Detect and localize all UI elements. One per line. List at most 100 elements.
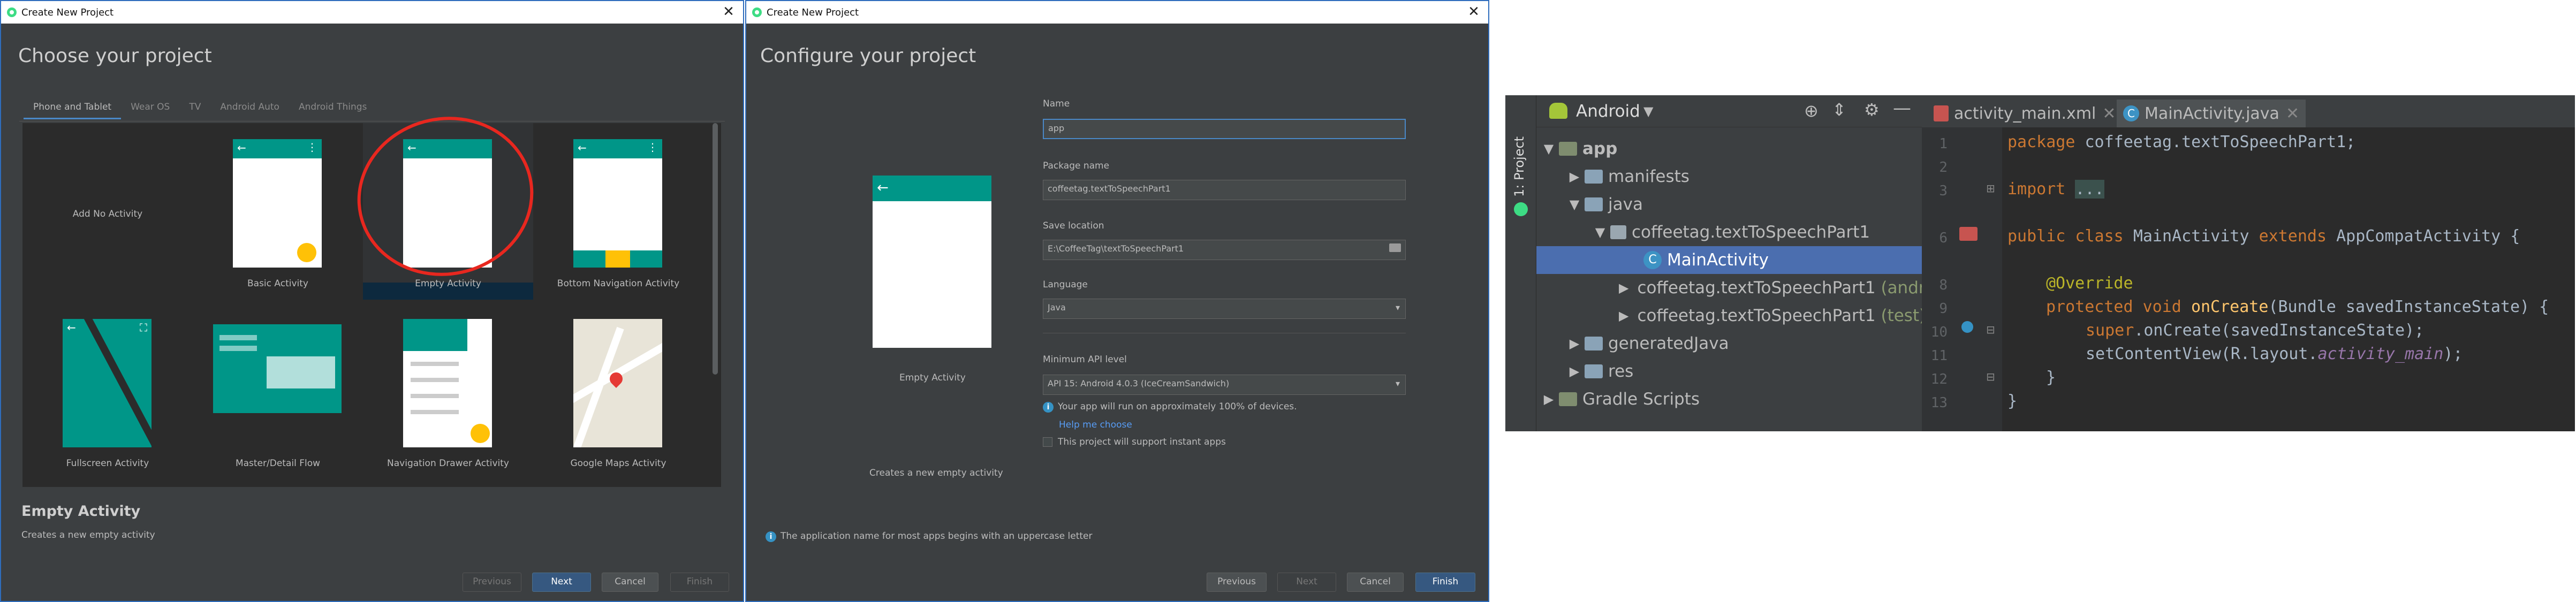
close-tab-icon[interactable]: ✕ [2102, 104, 2116, 123]
minapi-select[interactable]: API 15: Android 4.0.3 (IceCreamSandwich)… [1043, 375, 1406, 395]
next-button[interactable]: Next [1277, 573, 1336, 592]
project-toolbar: Android ▼ ⊕ ⇕ ⚙ — [1536, 95, 1922, 127]
fold-icon[interactable]: ⊟ [1986, 370, 1995, 383]
bottom-nav-item [605, 250, 630, 268]
template-preview: ← ⋮ [233, 139, 322, 268]
tree-item-gradle-scripts[interactable]: ▶ Gradle Scripts [1536, 385, 1922, 413]
code-line-13: } [2007, 392, 2018, 410]
template-label: Basic Activity [247, 278, 308, 289]
module-icon [1559, 142, 1577, 156]
line-number: 10 [1930, 324, 1948, 340]
name-field[interactable]: app [1043, 119, 1406, 139]
next-button[interactable]: Next [532, 573, 591, 592]
android-icon [1514, 202, 1528, 216]
gear-icon[interactable]: ⚙ [1864, 100, 1880, 120]
instant-apps-option[interactable]: This project will support instant apps [1043, 437, 1226, 447]
tree-item-package-androidtest[interactable]: ▶coffeetag.textToSpeechPart1 (androidTes… [1536, 274, 1922, 302]
tree-item-java[interactable]: ▼ java [1536, 190, 1922, 218]
close-tab-icon[interactable]: ✕ [2286, 104, 2299, 123]
template-master-detail-flow[interactable]: Master/Detail Flow [193, 303, 363, 479]
finish-button[interactable]: Finish [1415, 573, 1475, 592]
chevron-down-icon: ▾ [1395, 302, 1400, 313]
tab-wear-os[interactable]: Wear OS [121, 98, 179, 119]
fold-icon[interactable]: ⊞ [1986, 182, 1995, 195]
line-number: 1 [1939, 136, 1948, 152]
collapse-arrow-icon: ▶ [1619, 280, 1629, 295]
location-value: E:\CoffeeTag\textToSpeechPart1 [1048, 243, 1184, 254]
cancel-button[interactable]: Cancel [1347, 573, 1404, 592]
code-line-10: super.onCreate(savedInstanceState); [2086, 321, 2425, 340]
cancel-button[interactable]: Cancel [602, 573, 658, 592]
previous-button[interactable]: Previous [1207, 573, 1267, 592]
minimize-icon[interactable]: — [1893, 97, 1911, 119]
line-number: 12 [1930, 371, 1948, 387]
package-field[interactable]: coffeetag.textToSpeechPart1 [1043, 180, 1406, 200]
annotation-circle [357, 117, 534, 276]
location-field[interactable]: E:\CoffeeTag\textToSpeechPart1 [1043, 240, 1406, 260]
fab-icon [471, 424, 490, 443]
tree-item-package-test[interactable]: ▶ coffeetag.textToSpeechPart1 (test) [1536, 302, 1926, 330]
line-number: 11 [1930, 348, 1948, 364]
validation-warning-text: The application name for most apps begin… [781, 531, 1093, 542]
close-icon[interactable]: ✕ [1465, 3, 1483, 20]
collapse-icon[interactable]: ⇕ [1832, 100, 1846, 120]
close-icon[interactable]: ✕ [719, 3, 738, 20]
template-label: Navigation Drawer Activity [387, 458, 509, 469]
project-tool-tab[interactable]: 1: Project [1512, 106, 1529, 197]
target-icon[interactable]: ⊕ [1804, 101, 1819, 121]
template-navigation-drawer-activity[interactable]: Navigation Drawer Activity [363, 303, 533, 479]
xml-file-icon [1934, 105, 1949, 121]
help-me-choose-link[interactable]: Help me choose [1059, 420, 1132, 430]
tree-item-mainactivity[interactable]: C MainActivity [1536, 246, 1922, 274]
chevron-down-icon[interactable]: ▼ [1643, 104, 1653, 119]
previous-button[interactable]: Previous [463, 573, 521, 592]
minapi-value: API 15: Android 4.0.3 (IceCreamSandwich) [1048, 378, 1230, 388]
language-select[interactable]: Java ▾ [1043, 299, 1406, 319]
template-preview [573, 319, 662, 447]
line-number: 9 [1939, 301, 1948, 317]
finish-button[interactable]: Finish [670, 573, 729, 592]
template-preview [403, 319, 492, 447]
package-icon [1610, 225, 1626, 239]
template-fullscreen-activity[interactable]: ← ⛶ Fullscreen Activity [22, 303, 193, 479]
template-description-title: Empty Activity [21, 503, 141, 520]
template-google-maps-activity[interactable]: Google Maps Activity [533, 303, 703, 479]
view-mode-label[interactable]: Android [1576, 102, 1640, 121]
expand-arrow-icon: ▼ [1543, 141, 1554, 156]
tab-tv[interactable]: TV [179, 98, 210, 119]
minapi-label: Minimum API level [1043, 354, 1127, 365]
template-add-no-activity[interactable]: Add No Activity [22, 123, 193, 300]
editor-tabs: activity_main.xml ✕ C MainActivity.java … [1922, 95, 2575, 127]
tab-android-auto[interactable]: Android Auto [210, 98, 289, 119]
grid-scrollbar[interactable] [713, 123, 718, 375]
tree-item-package[interactable]: ▼ coffeetag.textToSpeechPart1 [1536, 218, 1922, 246]
tree-item-generatedjava[interactable]: ▶ generatedJava [1536, 330, 1922, 357]
tool-window-strip: 1: Project [1505, 95, 1536, 431]
tab-activity-main-xml[interactable]: activity_main.xml ✕ [1927, 100, 2123, 127]
tree-item-app[interactable]: ▼ app [1536, 135, 1922, 163]
template-label: Google Maps Activity [570, 458, 666, 469]
folder-browse-icon[interactable] [1389, 243, 1401, 252]
expand-arrow-icon: ▼ [1595, 225, 1605, 240]
location-label: Save location [1043, 220, 1104, 231]
tab-phone-and-tablet[interactable]: Phone and Tablet [24, 98, 122, 119]
back-arrow-icon: ← [877, 180, 889, 196]
override-gutter-icon[interactable] [1961, 321, 1973, 333]
template-bottom-navigation-activity[interactable]: ← ⋮ Bottom Navigation Activity [533, 123, 703, 300]
overflow-menu-icon: ⋮ [647, 141, 658, 154]
window-title: Create New Project [767, 6, 859, 18]
tab-mainactivity-java[interactable]: C MainActivity.java ✕ [2117, 100, 2306, 127]
fab-icon [297, 243, 316, 262]
template-label: Master/Detail Flow [235, 458, 321, 469]
template-label: Add No Activity [72, 209, 143, 219]
page-title: Choose your project [18, 45, 212, 67]
tree-item-res[interactable]: ▶ res [1536, 357, 1922, 385]
template-preview [213, 324, 342, 413]
line-number: 13 [1930, 395, 1948, 411]
fold-icon[interactable]: ⊟ [1986, 323, 1995, 336]
tree-item-manifests[interactable]: ▶ manifests [1536, 163, 1922, 190]
template-basic-activity[interactable]: ← ⋮ Basic Activity [193, 123, 363, 300]
activity-gutter-icon[interactable] [1959, 227, 1978, 241]
info-icon: i [766, 531, 776, 542]
instant-apps-checkbox[interactable] [1043, 437, 1052, 447]
